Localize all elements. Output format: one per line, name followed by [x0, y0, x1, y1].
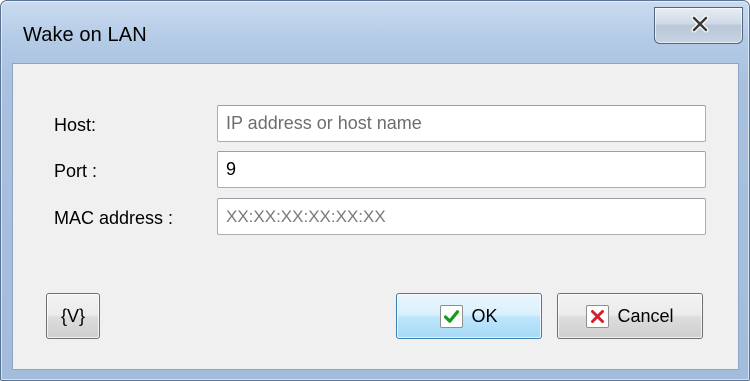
checkmark-icon — [440, 304, 464, 328]
port-input[interactable] — [217, 151, 706, 188]
variables-button-label: {V} — [60, 305, 86, 326]
mac-address-input[interactable] — [217, 198, 706, 235]
variables-button[interactable]: {V} — [46, 293, 100, 339]
dialog-content: Host: Port : MAC address : {V} OK Cancel — [12, 63, 739, 370]
dialog-window: Wake on LAN Host: Port : MAC address : {… — [0, 0, 750, 381]
host-label: Host: — [54, 115, 97, 135]
title-bar[interactable]: Wake on LAN — [1, 1, 749, 63]
ok-button-label: OK — [471, 305, 498, 326]
close-button[interactable] — [654, 7, 743, 44]
host-input[interactable] — [217, 105, 706, 142]
close-icon — [691, 15, 709, 38]
cancel-button-label: Cancel — [617, 305, 674, 326]
cross-icon — [586, 304, 610, 328]
cancel-button[interactable]: Cancel — [557, 293, 703, 339]
port-label: Port : — [54, 161, 98, 181]
window-title: Wake on LAN — [23, 24, 147, 46]
mac-address-label: MAC address : — [54, 208, 174, 228]
ok-button[interactable]: OK — [396, 293, 542, 339]
